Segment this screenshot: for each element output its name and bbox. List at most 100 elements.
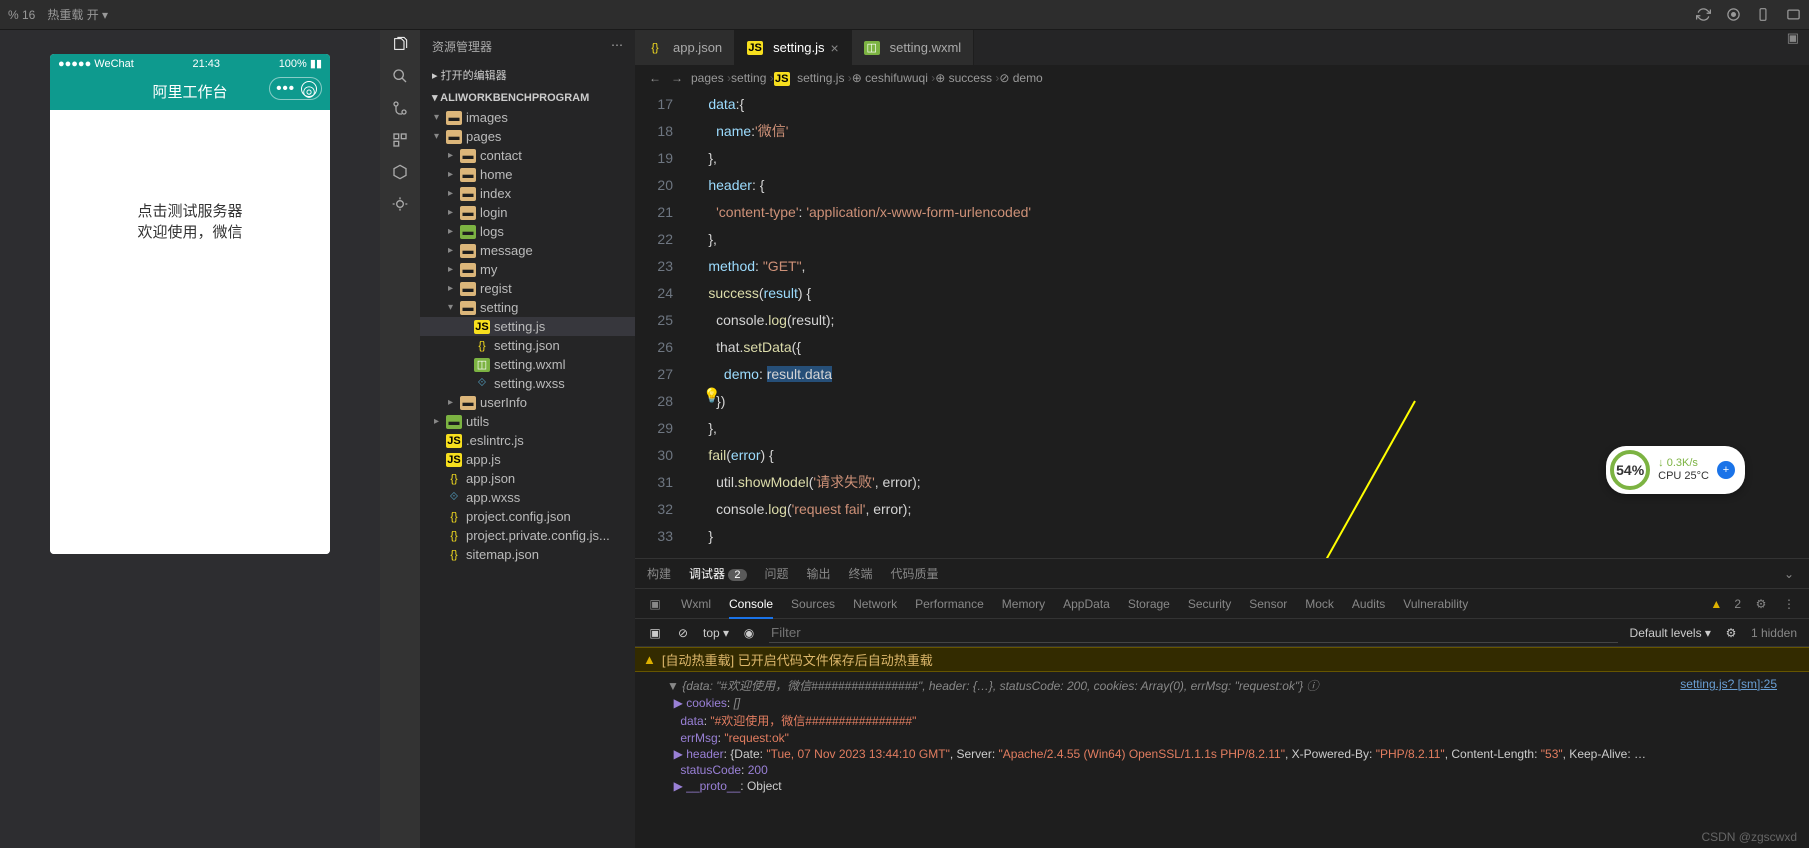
- clear-icon[interactable]: ⊘: [675, 625, 691, 641]
- filter-input[interactable]: [769, 623, 1618, 643]
- warning-icon[interactable]: ▲: [1710, 597, 1722, 611]
- nav-fwd-icon[interactable]: →: [669, 70, 685, 86]
- code-line[interactable]: demo: result.data: [685, 361, 1809, 388]
- file-item[interactable]: {}setting.json: [420, 336, 635, 355]
- hot-reload-toggle[interactable]: 热重载 开 ▾: [47, 6, 108, 23]
- log-source-link[interactable]: setting.js? [sm]:25: [1680, 677, 1777, 691]
- lightbulb-icon[interactable]: 💡: [703, 387, 720, 404]
- file-item[interactable]: JS.eslintrc.js: [420, 431, 635, 450]
- folder-item[interactable]: ▸▬userInfo: [420, 393, 635, 412]
- close-icon[interactable]: ×: [830, 40, 838, 56]
- perf-add-icon[interactable]: +: [1717, 461, 1735, 479]
- bug-icon[interactable]: [392, 196, 408, 212]
- devtool-mock[interactable]: Mock: [1305, 597, 1334, 611]
- devtool-sensor[interactable]: Sensor: [1249, 597, 1287, 611]
- files-icon[interactable]: [392, 36, 408, 52]
- code-line[interactable]: },: [685, 226, 1809, 253]
- eye-icon[interactable]: ◉: [741, 625, 757, 641]
- breadcrumb-item[interactable]: setting: [731, 71, 766, 85]
- devtool-audits[interactable]: Audits: [1352, 597, 1385, 611]
- project-root[interactable]: ▾ ALIWORKBENCHPROGRAM: [420, 87, 635, 108]
- log-line[interactable]: setting.js? [sm]:25▼ {data: "#欢迎使用，微信###…: [643, 676, 1801, 695]
- folder-item[interactable]: ▾▬pages: [420, 127, 635, 146]
- log-line[interactable]: ▶ cookies: []: [643, 695, 1801, 711]
- devtool-memory[interactable]: Memory: [1002, 597, 1045, 611]
- capsule-close-icon[interactable]: ◎: [301, 81, 317, 97]
- file-item[interactable]: {}project.config.json: [420, 507, 635, 526]
- more-icon[interactable]: ⋮: [1781, 596, 1797, 612]
- opened-editors-section[interactable]: ▸ 打开的编辑器: [420, 63, 635, 87]
- devtool-performance[interactable]: Performance: [915, 597, 984, 611]
- perf-widget[interactable]: 54% ↓ 0.3K/s CPU 25°C +: [1606, 446, 1745, 494]
- code-line[interactable]: console.log(result);: [685, 307, 1809, 334]
- file-item[interactable]: ◫setting.wxml: [420, 355, 635, 374]
- folder-item[interactable]: ▸▬regist: [420, 279, 635, 298]
- folder-item[interactable]: ▸▬my: [420, 260, 635, 279]
- console-output[interactable]: setting.js? [sm]:25▼ {data: "#欢迎使用，微信###…: [635, 672, 1809, 848]
- editor-tab[interactable]: ◫setting.wxml: [852, 30, 975, 65]
- panel-tab-problems[interactable]: 问题: [765, 565, 789, 582]
- file-item[interactable]: JSapp.js: [420, 450, 635, 469]
- log-line[interactable]: data: "#欢迎使用，微信################": [643, 711, 1801, 730]
- devtool-storage[interactable]: Storage: [1128, 597, 1170, 611]
- file-item[interactable]: JSsetting.js: [420, 317, 635, 336]
- folder-item[interactable]: ▸▬message: [420, 241, 635, 260]
- panel-tab-debugger[interactable]: 调试器 2: [689, 565, 746, 582]
- log-line[interactable]: ▶ header: {Date: "Tue, 07 Nov 2023 13:44…: [643, 746, 1801, 762]
- nav-back-icon[interactable]: ←: [647, 70, 663, 86]
- devtool-wxml[interactable]: Wxml: [681, 597, 711, 611]
- log-line[interactable]: errMsg: "request:ok": [643, 730, 1801, 746]
- inspect-icon[interactable]: ▣: [647, 596, 663, 612]
- breadcrumb-item[interactable]: ⊕ success: [935, 71, 992, 85]
- editor-tab[interactable]: {}app.json: [635, 30, 735, 65]
- levels-dropdown[interactable]: Default levels ▾: [1630, 626, 1711, 640]
- code-line[interactable]: name:'微信': [685, 118, 1809, 145]
- file-item[interactable]: {}app.json: [420, 469, 635, 488]
- code-line[interactable]: },: [685, 415, 1809, 442]
- layout-icon[interactable]: ▣: [1777, 30, 1809, 65]
- folder-item[interactable]: ▸▬logs: [420, 222, 635, 241]
- code-line[interactable]: that.setData({: [685, 334, 1809, 361]
- code-line[interactable]: }): [685, 388, 1809, 415]
- panel-tab-output[interactable]: 输出: [807, 565, 831, 582]
- code-line[interactable]: method: "GET",: [685, 253, 1809, 280]
- folder-item[interactable]: ▸▬contact: [420, 146, 635, 165]
- file-item[interactable]: ⟐app.wxss: [420, 488, 635, 507]
- file-item[interactable]: ⟐setting.wxss: [420, 374, 635, 393]
- folder-item[interactable]: ▸▬index: [420, 184, 635, 203]
- code-line[interactable]: success(result) {: [685, 280, 1809, 307]
- sidebar-icon[interactable]: ▣: [647, 625, 663, 641]
- gear-icon-2[interactable]: ⚙: [1723, 625, 1739, 641]
- code-line[interactable]: header: {: [685, 172, 1809, 199]
- screenshot-icon[interactable]: [1785, 7, 1801, 23]
- folder-item[interactable]: ▸▬login: [420, 203, 635, 222]
- folder-item[interactable]: ▾▬images: [420, 108, 635, 127]
- explorer-more-icon[interactable]: ⋯: [611, 38, 623, 55]
- panel-tab-build[interactable]: 构建: [647, 565, 671, 582]
- git-icon[interactable]: [392, 100, 408, 116]
- code-line[interactable]: data:{: [685, 91, 1809, 118]
- panel-tab-quality[interactable]: 代码质量: [891, 565, 939, 582]
- devtool-appdata[interactable]: AppData: [1063, 597, 1110, 611]
- phone-page[interactable]: 点击测试服务器 欢迎使用，微信: [50, 110, 330, 554]
- search-icon[interactable]: [392, 68, 408, 84]
- devtool-vulnerability[interactable]: Vulnerability: [1403, 597, 1468, 611]
- box-icon[interactable]: [392, 164, 408, 180]
- folder-item[interactable]: ▸▬utils: [420, 412, 635, 431]
- devtool-sources[interactable]: Sources: [791, 597, 835, 611]
- folder-item[interactable]: ▾▬setting: [420, 298, 635, 317]
- file-item[interactable]: {}sitemap.json: [420, 545, 635, 564]
- log-line[interactable]: ▶ __proto__: Object: [643, 778, 1801, 794]
- breadcrumb-item[interactable]: pages: [691, 71, 724, 85]
- devtool-security[interactable]: Security: [1188, 597, 1231, 611]
- capsule-button[interactable]: ••• ◎: [269, 77, 322, 100]
- devtool-network[interactable]: Network: [853, 597, 897, 611]
- code-line[interactable]: 'content-type': 'application/x-www-form-…: [685, 199, 1809, 226]
- capsule-menu-icon[interactable]: •••: [274, 80, 297, 97]
- code-line[interactable]: console.log('request fail', error);: [685, 496, 1809, 523]
- file-item[interactable]: {}project.private.config.js...: [420, 526, 635, 545]
- context-dropdown[interactable]: top ▾: [703, 626, 729, 640]
- devtool-console[interactable]: Console: [729, 597, 773, 619]
- breadcrumb[interactable]: ← → pages ›setting ›JS setting.js ›⊕ ces…: [635, 65, 1809, 91]
- folder-item[interactable]: ▸▬home: [420, 165, 635, 184]
